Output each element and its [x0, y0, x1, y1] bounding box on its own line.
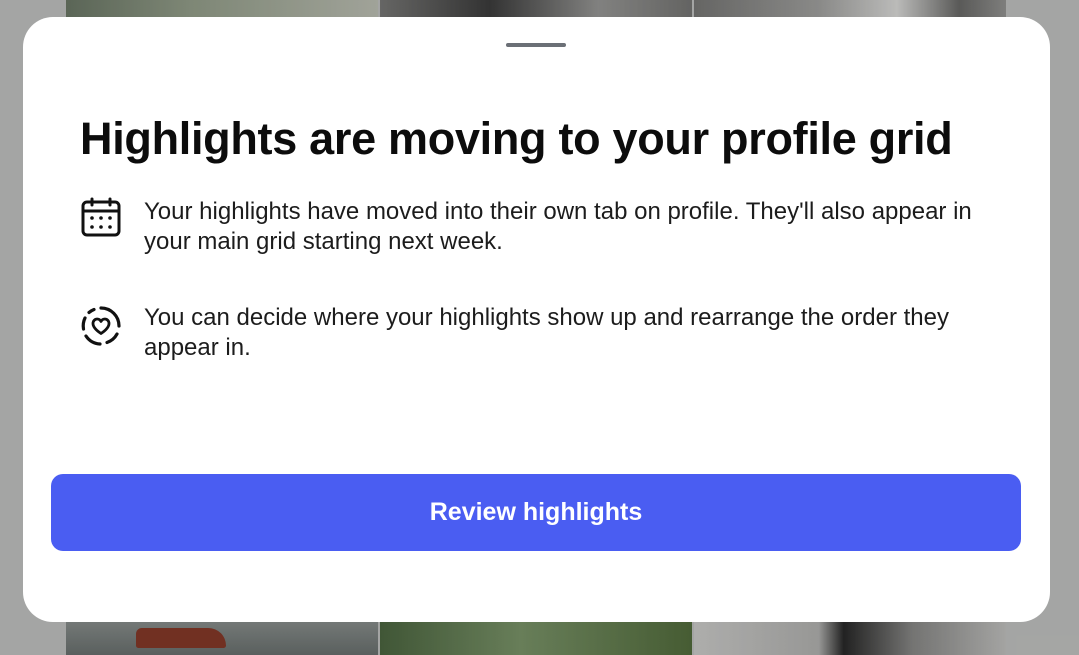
bottom-sheet: Highlights are moving to your profile gr…	[23, 17, 1050, 622]
review-highlights-button[interactable]: Review highlights	[51, 474, 1021, 551]
info-row-text: Your highlights have moved into their ow…	[144, 198, 972, 255]
calendar-icon	[80, 197, 122, 239]
info-row-tab: Your highlights have moved into their ow…	[80, 197, 974, 257]
sheet-title: Highlights are moving to your profile gr…	[80, 113, 953, 164]
heart-circle-icon	[80, 305, 122, 347]
info-row-text: You can decide where your highlights sho…	[144, 304, 949, 361]
sheet-grabber-handle[interactable]	[506, 43, 566, 47]
info-row-arrange: You can decide where your highlights sho…	[80, 303, 974, 363]
